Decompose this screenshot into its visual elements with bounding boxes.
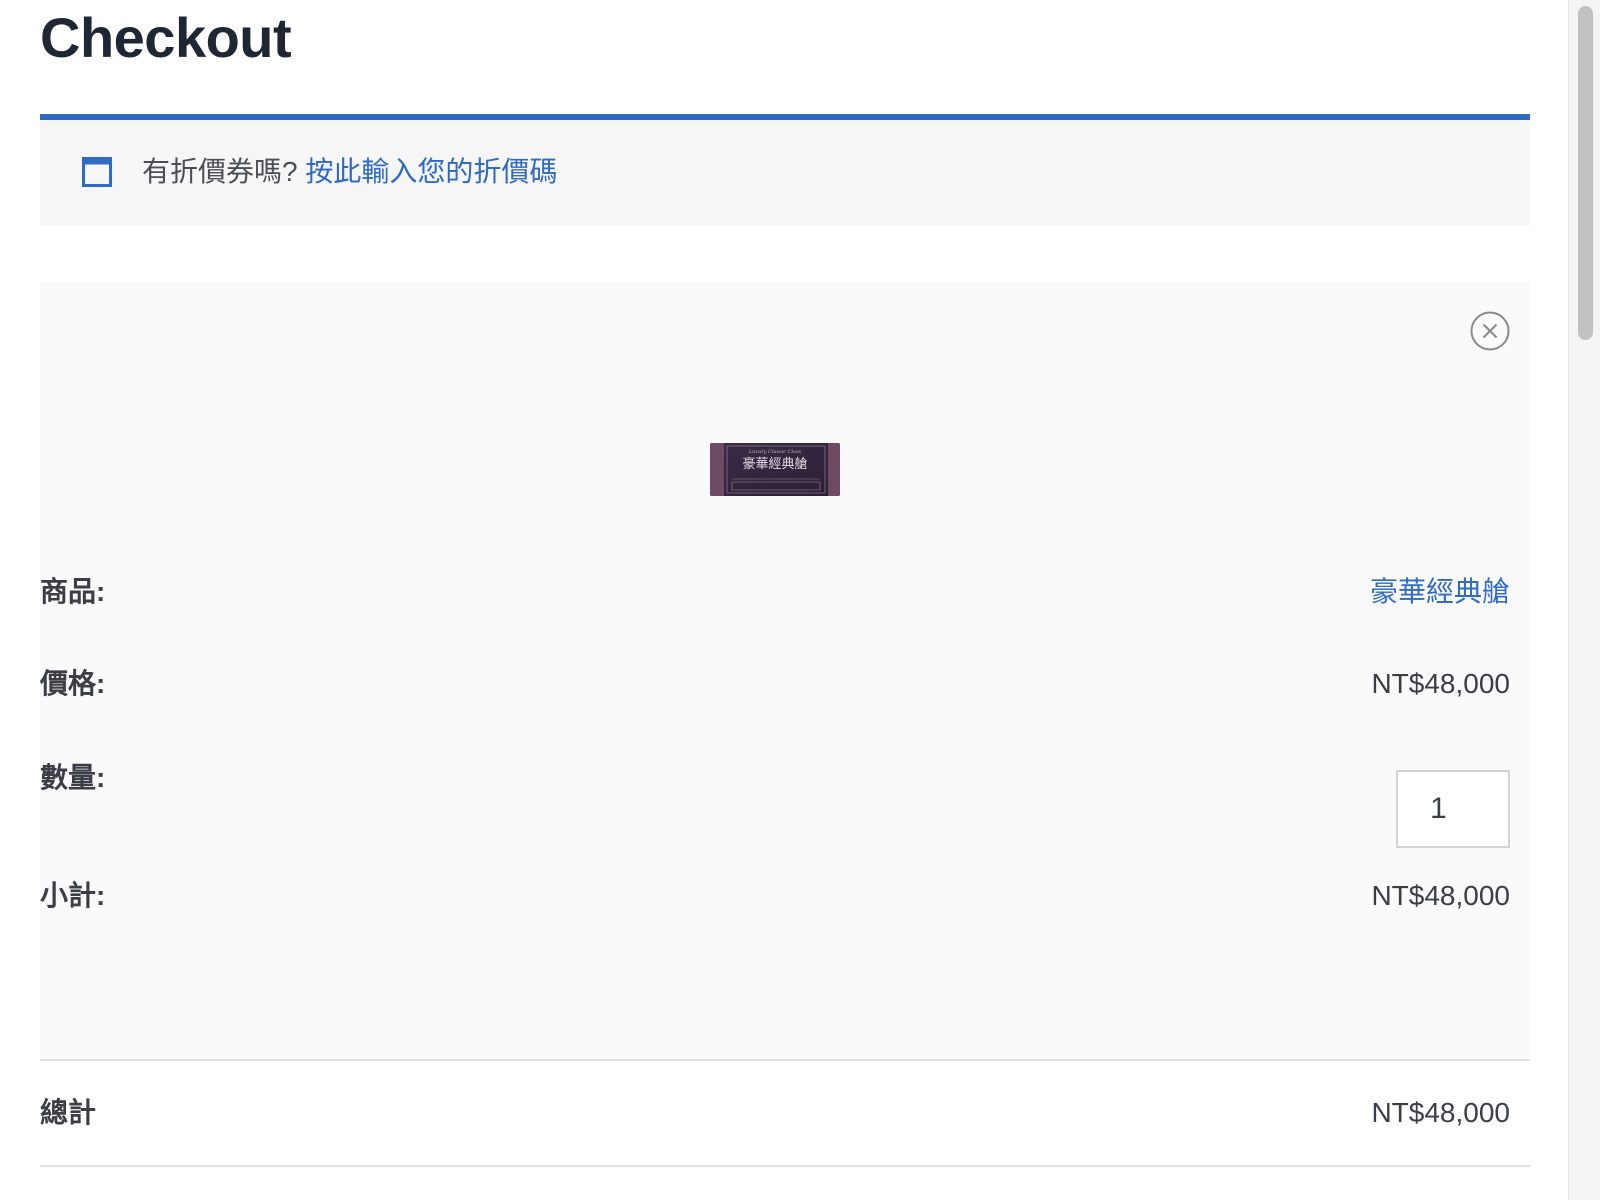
- coupon-notice: 有折價券嗎? 按此輸入您的折價碼: [40, 114, 1530, 226]
- page-title: Checkout: [40, 6, 292, 69]
- cart-item-card: Luxury Classic Class 豪華經典艙 商品: 豪華經典艙 價格:…: [40, 282, 1530, 1060]
- remove-item-button[interactable]: [1470, 311, 1510, 351]
- product-name-link[interactable]: 豪華經典艙: [1370, 576, 1510, 607]
- quantity-label: 數量:: [40, 762, 106, 793]
- product-name-value: 豪華經典艙: [1370, 572, 1510, 612]
- enter-coupon-link[interactable]: 按此輸入您的折價碼: [305, 156, 557, 187]
- subtotal-value: NT$48,000: [1371, 880, 1510, 911]
- coupon-prompt: 有折價券嗎?: [142, 156, 298, 187]
- product-thumbnail[interactable]: Luxury Classic Class 豪華經典艙: [710, 443, 840, 496]
- thumbnail-title-text: 豪華經典艙: [742, 456, 807, 472]
- subtotal-label: 小計:: [40, 880, 106, 911]
- quantity-input[interactable]: [1396, 770, 1510, 848]
- vertical-scrollbar[interactable]: [1568, 0, 1600, 1200]
- price-value: NT$48,000: [1371, 668, 1510, 699]
- price-label: 價格:: [40, 668, 106, 699]
- thumbnail-script-text: Luxury Classic Class: [748, 449, 802, 455]
- close-circle-icon: [1470, 311, 1510, 351]
- product-label: 商品:: [40, 576, 106, 607]
- totals-top-divider: [40, 1059, 1530, 1061]
- window-icon: [82, 157, 112, 187]
- coupon-message: 有折價券嗎? 按此輸入您的折價碼: [142, 152, 557, 192]
- total-value: NT$48,000: [1371, 1097, 1510, 1128]
- checkout-page: Checkout 有折價券嗎? 按此輸入您的折價碼 Luxury Classic…: [0, 0, 1568, 1200]
- scrollbar-thumb[interactable]: [1578, 6, 1593, 340]
- totals-bottom-divider: [40, 1165, 1530, 1167]
- total-label: 總計: [40, 1097, 97, 1128]
